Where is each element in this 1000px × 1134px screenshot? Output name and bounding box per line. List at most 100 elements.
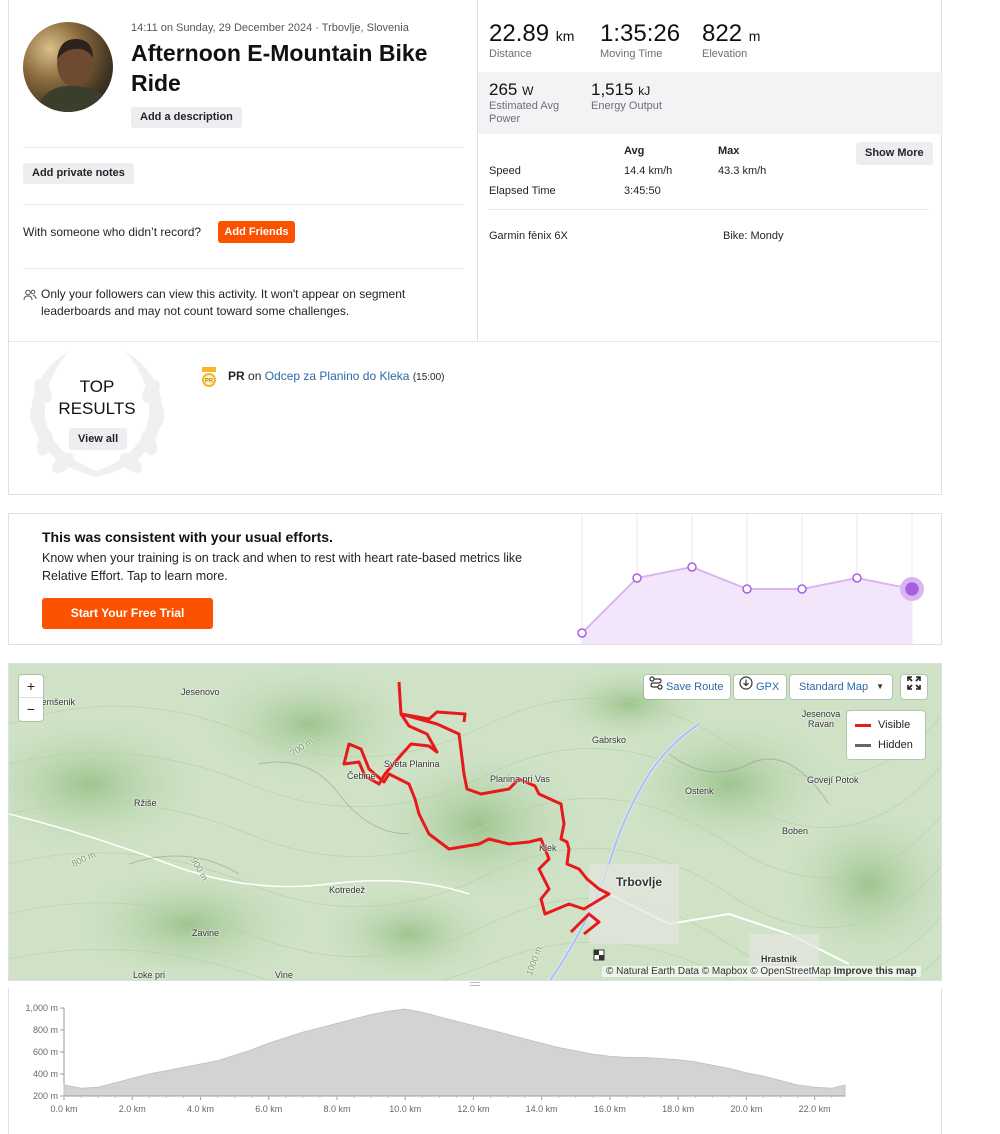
route-map[interactable]: Jesenovo Čemšenik Čebine Sveta Planina P…: [8, 663, 942, 981]
x-tick-label: 18.0 km: [662, 1104, 694, 1114]
privacy-note: Only your followers can view this activi…: [41, 287, 406, 318]
x-tick-label: 2.0 km: [119, 1104, 146, 1114]
pr-medal-icon: PR: [199, 366, 219, 388]
add-private-notes-button[interactable]: Add private notes: [23, 163, 134, 184]
with-someone-text: With someone who didn’t record?: [23, 225, 202, 239]
stat-moving-time: 1:35:26 Moving Time: [600, 20, 680, 60]
divider: [23, 147, 463, 148]
relative-effort-card[interactable]: This was consistent with your usual effo…: [8, 513, 942, 645]
y-tick-label: 1,000 m: [25, 1003, 58, 1013]
add-friends-button[interactable]: Add Friends: [218, 221, 295, 243]
stat-value: 1,515: [591, 80, 634, 99]
activity-meta: 14:11 on Sunday, 29 December 2024 · Trbo…: [131, 22, 409, 34]
x-tick-label: 12.0 km: [457, 1104, 489, 1114]
map-label: Vine: [275, 970, 293, 980]
elevation-chart: 1,000 m 800 m 600 m 400 m 200 m 0.0 km 2.0 km 4…: [25, 1003, 846, 1114]
map-label: Hrastnik: [761, 954, 798, 964]
effort-point: [577, 628, 587, 638]
legend-visible-swatch: [855, 724, 871, 727]
top-results-line1: TOP: [79, 377, 115, 396]
activity-info: 14:11 on Sunday, 29 December 2024 · Trbo…: [9, 0, 477, 341]
stat-label: Moving Time: [600, 48, 663, 60]
x-tick-label: 8.0 km: [323, 1104, 350, 1114]
zoom-out-button[interactable]: −: [19, 698, 43, 721]
stat-unit: kJ: [638, 84, 651, 98]
finish-flag-icon: [593, 949, 605, 961]
x-tick-label: 14.0 km: [526, 1104, 558, 1114]
divider: [489, 209, 929, 210]
stat-unit: km: [555, 28, 575, 44]
x-tick-label: 0.0 km: [50, 1104, 77, 1114]
row-label: Speed: [489, 165, 521, 177]
show-more-button[interactable]: Show More: [856, 142, 933, 165]
segment-link[interactable]: Odcep za Planino do Kleka: [265, 369, 410, 383]
map-label: Jesenova Ravan: [801, 709, 841, 729]
stat-elevation: 822 m Elevation: [702, 20, 760, 60]
save-route-button[interactable]: Save Route: [644, 675, 730, 699]
attribution-text[interactable]: © Natural Earth Data © Mapbox © OpenStre…: [606, 966, 831, 977]
col-avg: Avg: [624, 145, 645, 157]
chevron-down-icon: ▼: [876, 682, 884, 691]
stat-value: 822: [702, 20, 743, 47]
map-label: Ostenk: [685, 786, 714, 796]
consistency-body: Know when your training is on track and …: [42, 551, 523, 583]
map-label: Boben: [782, 826, 809, 836]
consistency-heading: This was consistent with your usual effo…: [42, 529, 333, 545]
map-attribution: © Natural Earth Data © Mapbox © OpenStre…: [602, 966, 921, 977]
elevation-profile: 1,000 m 800 m 600 m 400 m 200 m 0.0 km 2.0 km 4…: [8, 988, 942, 1134]
download-icon: [739, 675, 753, 699]
map-label: Kotredež: [329, 885, 366, 895]
stat-label: Elevation: [702, 48, 748, 60]
stat-label: Estimated Avg Power: [489, 100, 560, 125]
zoom-in-button[interactable]: +: [19, 675, 43, 698]
effort-point: [905, 582, 919, 596]
stat-distance: 22.89 km Distance: [489, 20, 574, 60]
x-tick-label: 6.0 km: [255, 1104, 282, 1114]
pr-result: PR on Odcep za Planino do Kleka (15:00): [228, 369, 445, 383]
map-resize-handle[interactable]: [470, 982, 480, 986]
add-description-button[interactable]: Add a description: [131, 107, 242, 128]
gpx-button[interactable]: GPX: [734, 675, 786, 699]
gpx-label: GPX: [756, 681, 780, 693]
top-results-title: TOP RESULTS: [37, 376, 157, 420]
improve-map-link[interactable]: Improve this map: [834, 966, 917, 977]
divider: [23, 204, 463, 205]
start-free-trial-button[interactable]: Start Your Free Trial: [42, 598, 213, 629]
stat-value: 265: [489, 80, 518, 99]
y-tick-label: 200 m: [33, 1091, 58, 1101]
stat-unit: m: [748, 28, 761, 44]
save-route-label: Save Route: [666, 681, 724, 693]
legend-hidden-label: Hidden: [878, 739, 913, 751]
x-tick-label: 20.0 km: [730, 1104, 762, 1114]
stat-value: 1:35:26: [600, 20, 681, 47]
map-style-select[interactable]: Standard Map ▼: [790, 675, 892, 699]
secondary-stats: 265 W Estimated Avg Power 1,515 kJ Energ…: [478, 72, 943, 134]
bike-name: Bike: Mondy: [723, 230, 784, 242]
x-tick-label: 16.0 km: [594, 1104, 626, 1114]
view-all-button[interactable]: View all: [69, 428, 128, 450]
pr-on-text: on: [248, 369, 262, 383]
zoom-controls: + −: [19, 675, 43, 721]
map-style-label: Standard Map: [799, 681, 869, 693]
fullscreen-button[interactable]: [901, 675, 927, 699]
col-max: Max: [718, 145, 740, 157]
avatar[interactable]: [23, 22, 113, 112]
map-label: Čebine: [347, 771, 376, 781]
y-tick-label: 400 m: [33, 1069, 58, 1079]
route-icon: [649, 675, 663, 699]
stat-power: 265 W Estimated Avg Power: [489, 80, 569, 126]
x-tick-label: 10.0 km: [389, 1104, 421, 1114]
map-label: Jesenovo: [181, 687, 220, 697]
divider: [23, 268, 463, 269]
stat-value: 22.89: [489, 20, 550, 47]
y-tick-label: 600 m: [33, 1047, 58, 1057]
pr-label: PR: [228, 369, 245, 383]
map-label: Klek: [539, 843, 557, 853]
y-tick-label: 800 m: [33, 1025, 58, 1035]
expand-icon: [907, 675, 921, 699]
map-label: Govejí Potok: [807, 775, 859, 785]
legend-visible-label: Visible: [878, 719, 911, 731]
row-avg: 14.4 km/h: [624, 165, 673, 177]
effort-point: [742, 584, 752, 594]
relative-effort-chart: [577, 514, 924, 644]
